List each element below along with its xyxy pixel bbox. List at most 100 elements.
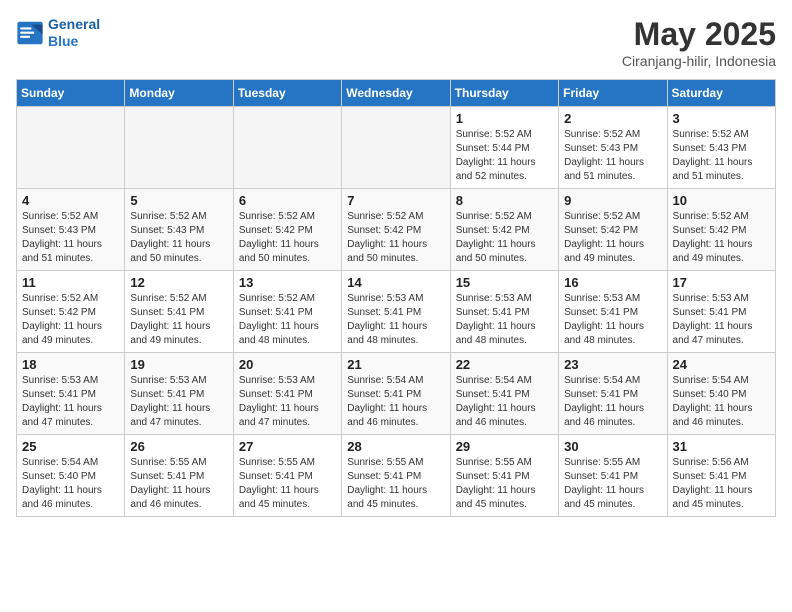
- calendar-cell: 18 Sunrise: 5:53 AMSunset: 5:41 PMDayligh…: [17, 353, 125, 435]
- day-info: Sunrise: 5:52 AMSunset: 5:44 PMDaylight:…: [456, 128, 553, 184]
- day-info: Sunrise: 5:53 AMSunset: 5:41 PMDaylight:…: [564, 292, 661, 348]
- day-info: Sunrise: 5:53 AMSunset: 5:41 PMDaylight:…: [22, 374, 119, 430]
- day-info: Sunrise: 5:53 AMSunset: 5:41 PMDaylight:…: [673, 292, 770, 348]
- day-info: Sunrise: 5:52 AMSunset: 5:43 PMDaylight:…: [130, 210, 227, 266]
- day-number: 20: [239, 357, 336, 372]
- day-number: 15: [456, 275, 553, 290]
- calendar-cell: [125, 107, 233, 189]
- day-number: 27: [239, 439, 336, 454]
- day-info: Sunrise: 5:55 AMSunset: 5:41 PMDaylight:…: [347, 456, 444, 512]
- day-info: Sunrise: 5:55 AMSunset: 5:41 PMDaylight:…: [239, 456, 336, 512]
- day-number: 12: [130, 275, 227, 290]
- day-info: Sunrise: 5:52 AMSunset: 5:41 PMDaylight:…: [239, 292, 336, 348]
- day-number: 1: [456, 111, 553, 126]
- day-info: Sunrise: 5:54 AMSunset: 5:41 PMDaylight:…: [564, 374, 661, 430]
- calendar-cell: [342, 107, 450, 189]
- calendar-cell: [233, 107, 341, 189]
- day-info: Sunrise: 5:54 AMSunset: 5:40 PMDaylight:…: [22, 456, 119, 512]
- day-info: Sunrise: 5:52 AMSunset: 5:43 PMDaylight:…: [22, 210, 119, 266]
- calendar-cell: 27 Sunrise: 5:55 AMSunset: 5:41 PMDayligh…: [233, 435, 341, 517]
- col-header-tuesday: Tuesday: [233, 80, 341, 107]
- calendar-cell: 22 Sunrise: 5:54 AMSunset: 5:41 PMDayligh…: [450, 353, 558, 435]
- day-info: Sunrise: 5:54 AMSunset: 5:41 PMDaylight:…: [456, 374, 553, 430]
- day-number: 30: [564, 439, 661, 454]
- day-number: 31: [673, 439, 770, 454]
- day-number: 11: [22, 275, 119, 290]
- calendar-cell: 29 Sunrise: 5:55 AMSunset: 5:41 PMDayligh…: [450, 435, 558, 517]
- day-info: Sunrise: 5:53 AMSunset: 5:41 PMDaylight:…: [347, 292, 444, 348]
- day-info: Sunrise: 5:52 AMSunset: 5:42 PMDaylight:…: [239, 210, 336, 266]
- day-info: Sunrise: 5:56 AMSunset: 5:41 PMDaylight:…: [673, 456, 770, 512]
- calendar-cell: 13Sunrise: 5:52 AMSunset: 5:41 PMDayligh…: [233, 271, 341, 353]
- col-header-monday: Monday: [125, 80, 233, 107]
- calendar-cell: [17, 107, 125, 189]
- day-number: 6: [239, 193, 336, 208]
- calendar-cell: 17 Sunrise: 5:53 AMSunset: 5:41 PMDayligh…: [667, 271, 775, 353]
- day-info: Sunrise: 5:52 AMSunset: 5:42 PMDaylight:…: [22, 292, 119, 348]
- week-row-2: 4 Sunrise: 5:52 AMSunset: 5:43 PMDaylight…: [17, 189, 776, 271]
- day-number: 8: [456, 193, 553, 208]
- calendar-cell: 15 Sunrise: 5:53 AMSunset: 5:41 PMDayligh…: [450, 271, 558, 353]
- day-number: 22: [456, 357, 553, 372]
- calendar-cell: 26 Sunrise: 5:55 AMSunset: 5:41 PMDayligh…: [125, 435, 233, 517]
- day-info: Sunrise: 5:55 AMSunset: 5:41 PMDaylight:…: [130, 456, 227, 512]
- day-number: 18: [22, 357, 119, 372]
- logo: General Blue: [16, 16, 100, 50]
- day-info: Sunrise: 5:52 AMSunset: 5:42 PMDaylight:…: [347, 210, 444, 266]
- col-header-saturday: Saturday: [667, 80, 775, 107]
- col-header-friday: Friday: [559, 80, 667, 107]
- logo-icon: [16, 19, 44, 47]
- day-number: 2: [564, 111, 661, 126]
- day-info: Sunrise: 5:52 AMSunset: 5:42 PMDaylight:…: [456, 210, 553, 266]
- calendar-cell: 2 Sunrise: 5:52 AMSunset: 5:43 PMDaylight…: [559, 107, 667, 189]
- day-info: Sunrise: 5:53 AMSunset: 5:41 PMDaylight:…: [130, 374, 227, 430]
- day-number: 25: [22, 439, 119, 454]
- day-number: 17: [673, 275, 770, 290]
- col-header-thursday: Thursday: [450, 80, 558, 107]
- day-info: Sunrise: 5:53 AMSunset: 5:41 PMDaylight:…: [239, 374, 336, 430]
- calendar-table: SundayMondayTuesdayWednesdayThursdayFrid…: [16, 79, 776, 517]
- header-row: SundayMondayTuesdayWednesdayThursdayFrid…: [17, 80, 776, 107]
- day-number: 24: [673, 357, 770, 372]
- calendar-cell: 16Sunrise: 5:53 AMSunset: 5:41 PMDayligh…: [559, 271, 667, 353]
- week-row-5: 25 Sunrise: 5:54 AMSunset: 5:40 PMDayligh…: [17, 435, 776, 517]
- calendar-cell: 20 Sunrise: 5:53 AMSunset: 5:41 PMDayligh…: [233, 353, 341, 435]
- location-subtitle: Ciranjang-hilir, Indonesia: [622, 53, 776, 69]
- logo-line2: Blue: [48, 33, 78, 49]
- calendar-cell: 31 Sunrise: 5:56 AMSunset: 5:41 PMDayligh…: [667, 435, 775, 517]
- col-header-sunday: Sunday: [17, 80, 125, 107]
- day-info: Sunrise: 5:52 AMSunset: 5:43 PMDaylight:…: [673, 128, 770, 184]
- calendar-cell: 5 Sunrise: 5:52 AMSunset: 5:43 PMDaylight…: [125, 189, 233, 271]
- day-number: 4: [22, 193, 119, 208]
- day-number: 26: [130, 439, 227, 454]
- day-info: Sunrise: 5:52 AMSunset: 5:43 PMDaylight:…: [564, 128, 661, 184]
- day-number: 29: [456, 439, 553, 454]
- calendar-cell: 14 Sunrise: 5:53 AMSunset: 5:41 PMDayligh…: [342, 271, 450, 353]
- day-number: 14: [347, 275, 444, 290]
- calendar-cell: 19Sunrise: 5:53 AMSunset: 5:41 PMDayligh…: [125, 353, 233, 435]
- calendar-cell: 23 Sunrise: 5:54 AMSunset: 5:41 PMDayligh…: [559, 353, 667, 435]
- day-number: 3: [673, 111, 770, 126]
- calendar-cell: 24 Sunrise: 5:54 AMSunset: 5:40 PMDayligh…: [667, 353, 775, 435]
- calendar-cell: 10Sunrise: 5:52 AMSunset: 5:42 PMDayligh…: [667, 189, 775, 271]
- day-info: Sunrise: 5:53 AMSunset: 5:41 PMDaylight:…: [456, 292, 553, 348]
- calendar-cell: 3 Sunrise: 5:52 AMSunset: 5:43 PMDaylight…: [667, 107, 775, 189]
- week-row-3: 11 Sunrise: 5:52 AMSunset: 5:42 PMDayligh…: [17, 271, 776, 353]
- col-header-wednesday: Wednesday: [342, 80, 450, 107]
- day-info: Sunrise: 5:54 AMSunset: 5:40 PMDaylight:…: [673, 374, 770, 430]
- calendar-cell: 6 Sunrise: 5:52 AMSunset: 5:42 PMDaylight…: [233, 189, 341, 271]
- day-number: 5: [130, 193, 227, 208]
- calendar-cell: 8 Sunrise: 5:52 AMSunset: 5:42 PMDaylight…: [450, 189, 558, 271]
- calendar-cell: 25 Sunrise: 5:54 AMSunset: 5:40 PMDayligh…: [17, 435, 125, 517]
- day-number: 7: [347, 193, 444, 208]
- logo-line1: General: [48, 16, 100, 32]
- day-number: 21: [347, 357, 444, 372]
- calendar-cell: 12Sunrise: 5:52 AMSunset: 5:41 PMDayligh…: [125, 271, 233, 353]
- day-number: 23: [564, 357, 661, 372]
- day-info: Sunrise: 5:55 AMSunset: 5:41 PMDaylight:…: [456, 456, 553, 512]
- title-block: May 2025 Ciranjang-hilir, Indonesia: [622, 16, 776, 69]
- day-number: 28: [347, 439, 444, 454]
- calendar-cell: 21Sunrise: 5:54 AMSunset: 5:41 PMDayligh…: [342, 353, 450, 435]
- day-info: Sunrise: 5:52 AMSunset: 5:42 PMDaylight:…: [564, 210, 661, 266]
- day-number: 9: [564, 193, 661, 208]
